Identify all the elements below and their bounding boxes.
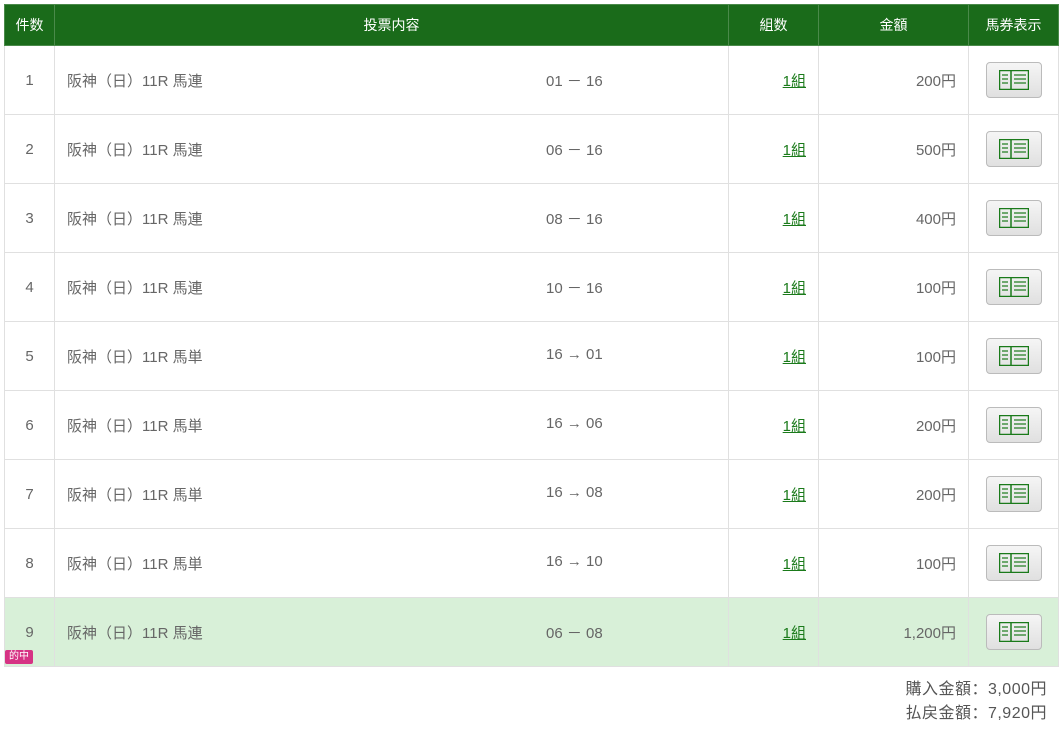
ticket-display-button[interactable]: [986, 476, 1042, 512]
header-content: 投票内容: [55, 5, 729, 46]
pairs-link[interactable]: 1組: [783, 211, 806, 228]
row-number: 4: [25, 279, 33, 296]
header-amount: 金額: [819, 5, 969, 46]
header-num: 件数: [5, 5, 55, 46]
bet-amount: 200円: [916, 418, 956, 435]
bet-amount: 1,200円: [903, 625, 956, 642]
ticket-display-button[interactable]: [986, 407, 1042, 443]
header-ticket: 馬券表示: [969, 5, 1059, 46]
ticket-icon: [999, 70, 1029, 90]
bet-amount: 100円: [916, 280, 956, 297]
table-row: 7 阪神（日）11R 馬単 16 → 08 1組 200円: [5, 460, 1059, 529]
bet-combination: 16 → 06: [546, 415, 716, 436]
bet-amount: 100円: [916, 349, 956, 366]
betting-table: 件数 投票内容 組数 金額 馬券表示 1 阪神（日）11R 馬連 01 － 16…: [4, 4, 1059, 667]
payout-value: 7,920円: [988, 705, 1047, 722]
bet-label: 阪神（日）11R 馬単: [67, 415, 546, 436]
pairs-link[interactable]: 1組: [783, 556, 806, 573]
table-row: 9 的中 阪神（日）11R 馬連 06 － 08 1組 1,200円: [5, 598, 1059, 667]
row-number: 7: [25, 486, 33, 503]
bet-label: 阪神（日）11R 馬連: [67, 70, 546, 91]
bet-combination: 10 － 16: [546, 277, 716, 298]
pairs-link[interactable]: 1組: [783, 418, 806, 435]
table-row: 4 阪神（日）11R 馬連 10 － 16 1組 100円: [5, 253, 1059, 322]
bet-combination: 16 → 01: [546, 346, 716, 367]
row-number: 6: [25, 417, 33, 434]
row-number: 2: [25, 141, 33, 158]
summary-block: 購入金額：3,000円 払戻金額：7,920円: [4, 667, 1059, 727]
ticket-display-button[interactable]: [986, 131, 1042, 167]
table-row: 6 阪神（日）11R 馬単 16 → 06 1組 200円: [5, 391, 1059, 460]
pairs-link[interactable]: 1組: [783, 625, 806, 642]
bet-amount: 500円: [916, 142, 956, 159]
row-number: 3: [25, 210, 33, 227]
pairs-link[interactable]: 1組: [783, 487, 806, 504]
ticket-display-button[interactable]: [986, 62, 1042, 98]
bet-combination: 06 － 16: [546, 139, 716, 160]
ticket-icon: [999, 208, 1029, 228]
ticket-display-button[interactable]: [986, 200, 1042, 236]
bet-combination: 08 － 16: [546, 208, 716, 229]
ticket-icon: [999, 553, 1029, 573]
bet-label: 阪神（日）11R 馬連: [67, 208, 546, 229]
table-row: 8 阪神（日）11R 馬単 16 → 10 1組 100円: [5, 529, 1059, 598]
bet-label: 阪神（日）11R 馬単: [67, 553, 546, 574]
header-pairs: 組数: [729, 5, 819, 46]
ticket-display-button[interactable]: [986, 614, 1042, 650]
bet-combination: 16 → 08: [546, 484, 716, 505]
ticket-display-button[interactable]: [986, 269, 1042, 305]
purchase-value: 3,000円: [988, 681, 1047, 698]
bet-label: 阪神（日）11R 馬単: [67, 346, 546, 367]
bet-amount: 400円: [916, 211, 956, 228]
purchase-label: 購入金額：: [905, 681, 988, 698]
pairs-link[interactable]: 1組: [783, 142, 806, 159]
row-number: 9: [25, 624, 33, 641]
hit-badge: 的中: [5, 650, 33, 664]
payout-label: 払戻金額：: [905, 705, 988, 722]
ticket-icon: [999, 415, 1029, 435]
table-row: 1 阪神（日）11R 馬連 01 － 16 1組 200円: [5, 46, 1059, 115]
row-number: 8: [25, 555, 33, 572]
pairs-link[interactable]: 1組: [783, 73, 806, 90]
bet-label: 阪神（日）11R 馬単: [67, 484, 546, 505]
ticket-icon: [999, 622, 1029, 642]
ticket-icon: [999, 346, 1029, 366]
row-number: 5: [25, 348, 33, 365]
ticket-display-button[interactable]: [986, 338, 1042, 374]
table-header-row: 件数 投票内容 組数 金額 馬券表示: [5, 5, 1059, 46]
bet-combination: 16 → 10: [546, 553, 716, 574]
row-number: 1: [25, 72, 33, 89]
ticket-icon: [999, 139, 1029, 159]
bet-label: 阪神（日）11R 馬連: [67, 277, 546, 298]
table-row: 2 阪神（日）11R 馬連 06 － 16 1組 500円: [5, 115, 1059, 184]
bet-label: 阪神（日）11R 馬連: [67, 139, 546, 160]
pairs-link[interactable]: 1組: [783, 280, 806, 297]
bet-amount: 100円: [916, 556, 956, 573]
bet-amount: 200円: [916, 487, 956, 504]
ticket-display-button[interactable]: [986, 545, 1042, 581]
bet-amount: 200円: [916, 73, 956, 90]
bet-combination: 01 － 16: [546, 70, 716, 91]
table-row: 3 阪神（日）11R 馬連 08 － 16 1組 400円: [5, 184, 1059, 253]
pairs-link[interactable]: 1組: [783, 349, 806, 366]
ticket-icon: [999, 277, 1029, 297]
table-row: 5 阪神（日）11R 馬単 16 → 01 1組 100円: [5, 322, 1059, 391]
ticket-icon: [999, 484, 1029, 504]
